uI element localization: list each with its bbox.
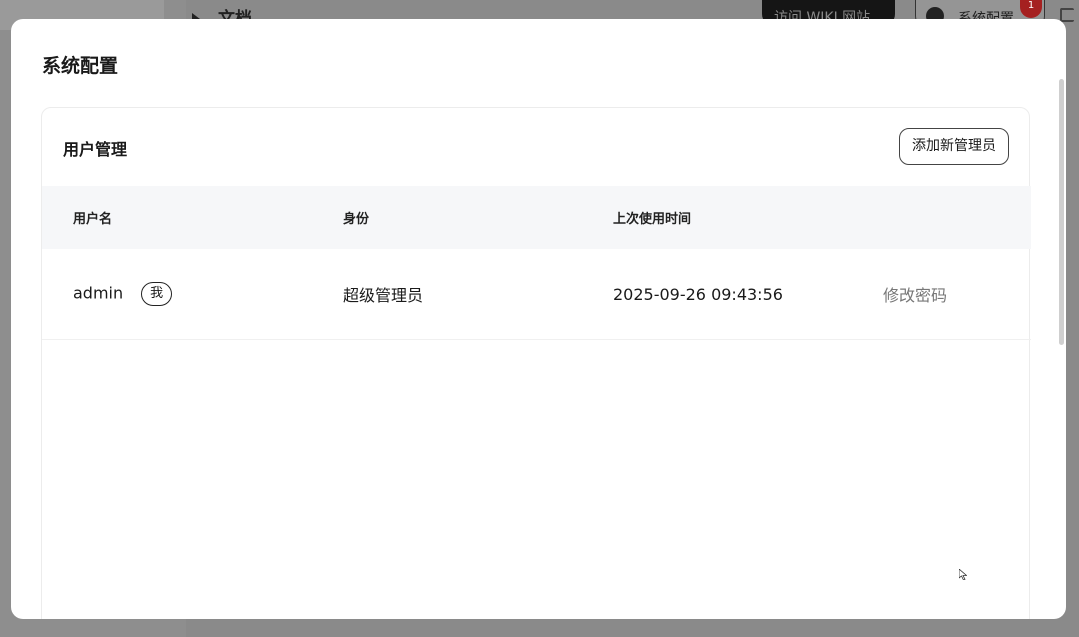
user-management-card: 用户管理 添加新管理员 用户名 身份 上次使用时间 admin 我 超级管理员 2…: [41, 107, 1031, 619]
column-header-role: 身份: [343, 212, 370, 227]
modal-scrollbar[interactable]: [1059, 79, 1064, 345]
column-header-username: 用户名: [73, 212, 113, 227]
section-title: 用户管理: [63, 140, 128, 159]
me-badge: 我: [141, 282, 173, 306]
column-header-last-used: 上次使用时间: [613, 212, 692, 227]
last-used-cell: 2025-09-26 09:43:56: [613, 284, 783, 304]
username-cell: admin 我: [42, 282, 312, 306]
add-admin-button[interactable]: 添加新管理员: [899, 128, 1009, 165]
change-password-link[interactable]: 修改密码: [883, 286, 947, 305]
logout-icon: [1060, 8, 1074, 22]
modal-title: 系统配置: [42, 55, 119, 77]
actions-cell: 修改密码: [852, 282, 1031, 306]
system-config-modal: 系统配置 用户管理 添加新管理员 用户名 身份 上次使用时间 admin 我 超级…: [11, 19, 1066, 619]
user-table: 用户名 身份 上次使用时间 admin 我 超级管理员 2025-09-26 09…: [42, 186, 1031, 340]
role-cell: 超级管理员: [343, 286, 424, 305]
username: admin: [73, 283, 124, 303]
table-header: 用户名 身份 上次使用时间: [42, 186, 1031, 249]
mouse-cursor-icon: [959, 569, 967, 580]
table-row: admin 我 超级管理员 2025-09-26 09:43:56 修改密码: [42, 249, 1031, 340]
